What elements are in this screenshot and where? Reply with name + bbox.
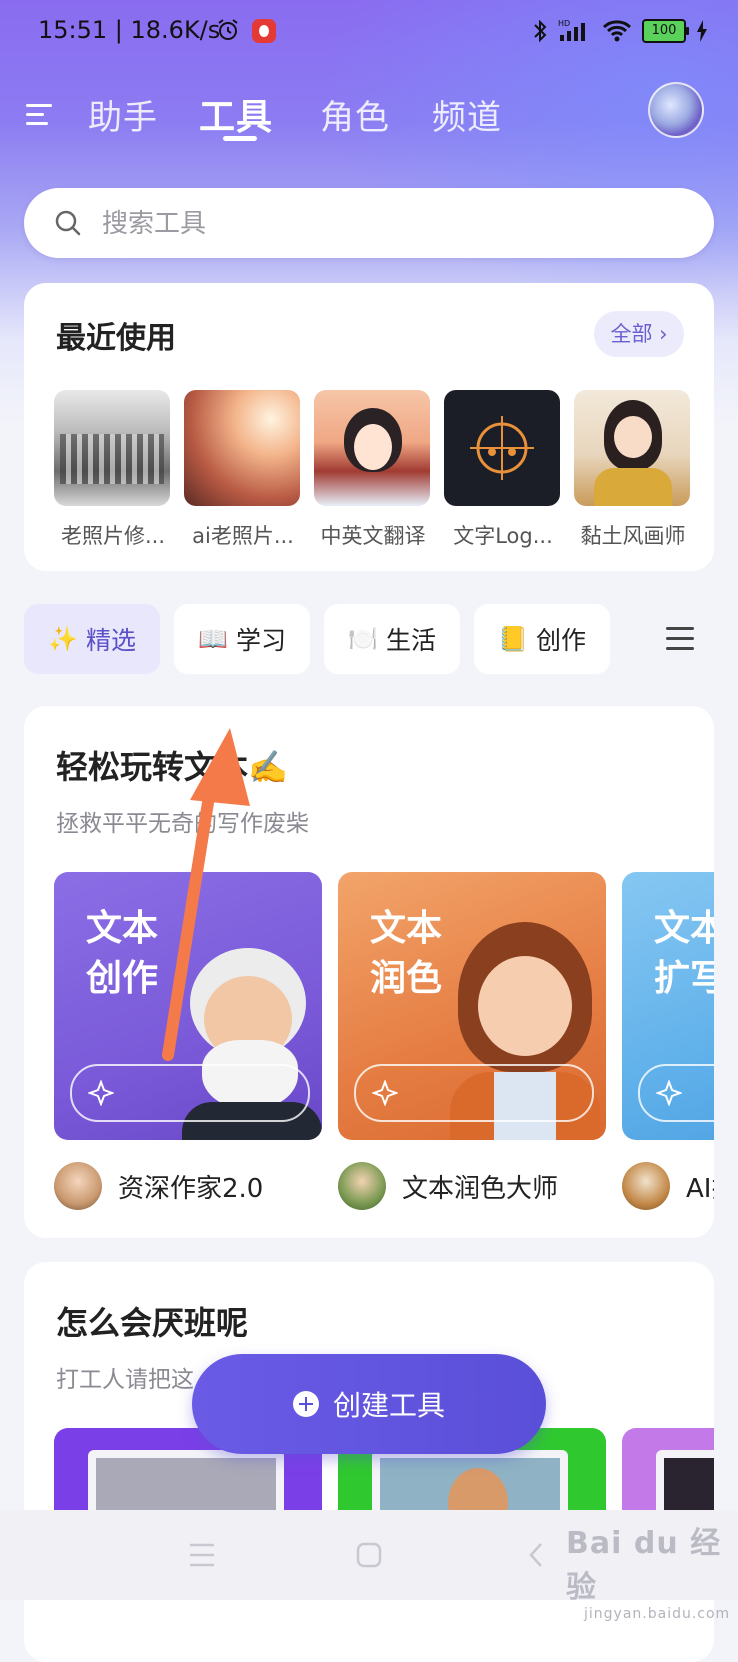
recent-apps-icon[interactable] [188, 1542, 216, 1568]
owner-avatar [622, 1162, 670, 1210]
create-tool-label: 创建工具 [332, 1389, 445, 1422]
watermark-site: jingyan.baidu.com [584, 1606, 731, 1622]
home-icon[interactable] [356, 1542, 382, 1568]
section-title: 怎么会厌班呢 [56, 1304, 249, 1342]
tool-owner[interactable]: 资深作家2.0 [54, 1162, 263, 1210]
baidu-watermark: Bai du 经验 jingyan.baidu.com [566, 1518, 738, 1622]
section-subtitle: 打工人请把这 [56, 1367, 194, 1393]
back-icon[interactable] [528, 1542, 544, 1568]
create-tool-button[interactable]: 创建工具 [192, 1354, 546, 1454]
tool-owner[interactable]: AI扩写 [622, 1162, 714, 1210]
plus-icon [292, 1391, 319, 1417]
owner-avatar [338, 1162, 386, 1210]
watermark-brand: Bai du 经验 [566, 1526, 722, 1605]
owner-name: 文本润色大师 [402, 1173, 559, 1204]
owner-name: 资深作家2.0 [118, 1173, 264, 1204]
tool-owner[interactable]: 文本润色大师 [338, 1162, 558, 1210]
owner-avatar [54, 1162, 102, 1210]
arrow-annotation [162, 728, 250, 1061]
owner-name: AI扩写 [686, 1173, 714, 1204]
